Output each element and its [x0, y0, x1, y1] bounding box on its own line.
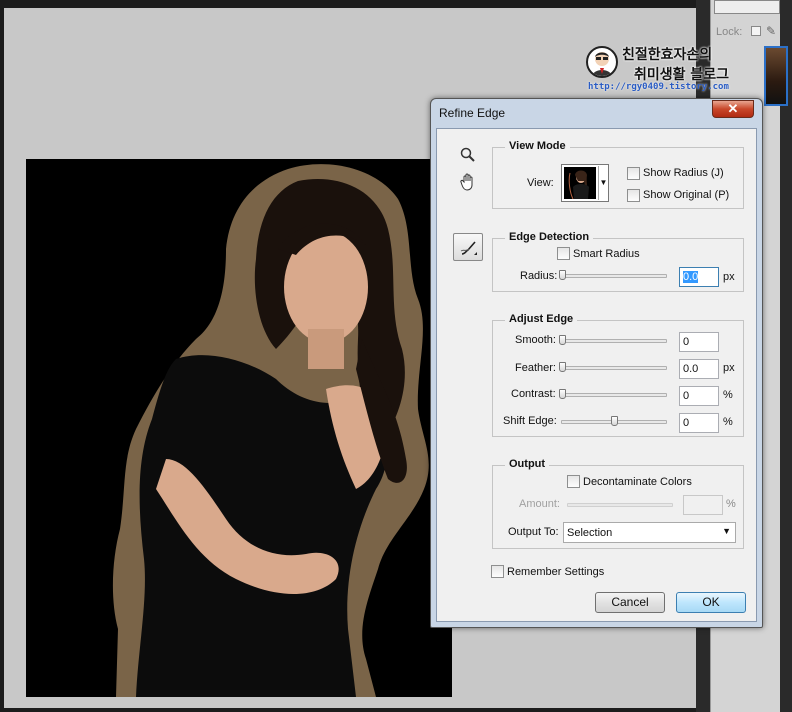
amount-input [683, 495, 723, 515]
document-canvas[interactable] [26, 159, 452, 697]
output-to-value: Selection [567, 527, 613, 539]
dialog-body: View Mode View: ▼ Show Radius (J) Show O… [436, 128, 757, 622]
smooth-input[interactable]: 0 [679, 332, 719, 352]
watermark-title-line1: 친절한효자손의 [622, 47, 713, 63]
shift-edge-value: 0 [683, 417, 690, 429]
chevron-down-icon: ▼ [598, 166, 608, 200]
refine-edge-dialog: Refine Edge ✕ View Mode View: ▼ Show Rad… [430, 98, 763, 628]
amount-slider [567, 503, 673, 507]
close-icon: ✕ [727, 101, 739, 116]
radius-unit: px [723, 271, 735, 283]
smooth-slider[interactable] [561, 339, 667, 343]
chevron-down-icon: ▼ [722, 526, 731, 536]
smooth-value: 0 [683, 336, 690, 348]
smooth-slider-thumb[interactable] [559, 335, 566, 345]
radius-slider-thumb[interactable] [559, 270, 566, 280]
amount-unit: % [726, 498, 736, 510]
view-mode-thumbnail [564, 167, 596, 199]
zoom-tool[interactable] [460, 147, 478, 165]
watermark-title-line2: 취미생활 블로그 [634, 67, 730, 83]
edge-detection-title: Edge Detection [505, 231, 594, 243]
remember-settings-label[interactable]: Remember Settings [507, 566, 604, 578]
amount-label: Amount: [519, 498, 560, 510]
feather-slider[interactable] [561, 366, 667, 370]
contrast-label: Contrast: [511, 388, 556, 400]
blog-watermark: 친절한효자손의 취미생활 블로그 http://rgy0409.tistory.… [586, 44, 746, 96]
radius-slider[interactable] [561, 274, 667, 278]
view-mode-group: View Mode View: ▼ Show Radius (J) Show O… [492, 140, 744, 209]
shift-edge-slider-thumb[interactable] [611, 416, 618, 426]
feather-label: Feather: [515, 362, 556, 374]
contrast-slider[interactable] [561, 393, 667, 397]
lock-image-pixels-icon[interactable]: ✎ [766, 24, 776, 38]
feather-unit: px [723, 362, 735, 374]
shift-edge-unit: % [723, 416, 733, 428]
refine-radius-brush-icon [460, 241, 477, 255]
feather-value: 0.0 [683, 363, 699, 375]
photo-preview [112, 164, 429, 697]
layer-thumbnail[interactable] [764, 46, 788, 106]
close-button[interactable]: ✕ [712, 100, 754, 118]
view-label: View: [527, 177, 554, 189]
dialog-title-bar[interactable]: Refine Edge ✕ [431, 99, 762, 127]
show-radius-checkbox[interactable] [627, 167, 640, 180]
contrast-slider-thumb[interactable] [559, 389, 566, 399]
smart-radius-checkbox[interactable] [557, 247, 570, 260]
remember-settings-checkbox[interactable] [491, 565, 504, 578]
blend-mode-field[interactable] [714, 0, 780, 14]
view-mode-dropdown[interactable]: ▼ [561, 164, 609, 202]
lock-label: Lock: [716, 26, 743, 38]
cancel-button[interactable]: Cancel [595, 592, 665, 613]
dialog-title: Refine Edge [439, 106, 506, 120]
show-radius-label[interactable]: Show Radius (J) [643, 167, 724, 179]
decontaminate-colors-label[interactable]: Decontaminate Colors [583, 476, 692, 488]
output-to-select[interactable]: Selection ▼ [563, 522, 736, 543]
edge-detection-group: Edge Detection Smart Radius Radius: 0.0 … [492, 231, 744, 292]
watermark-url: http://rgy0409.tistory.com [588, 82, 729, 92]
adjust-edge-title: Adjust Edge [505, 313, 578, 325]
output-title: Output [505, 458, 550, 470]
ok-button[interactable]: OK [676, 592, 746, 613]
shift-edge-label: Shift Edge: [503, 415, 557, 427]
hand-tool[interactable] [460, 173, 478, 191]
feather-slider-thumb[interactable] [559, 362, 566, 372]
contrast-input[interactable]: 0 [679, 386, 719, 406]
feather-input[interactable]: 0.0 [679, 359, 719, 379]
contrast-unit: % [723, 389, 733, 401]
smooth-label: Smooth: [515, 334, 556, 346]
contrast-value: 0 [683, 390, 690, 402]
shift-edge-input[interactable]: 0 [679, 413, 719, 433]
decontaminate-colors-checkbox[interactable] [567, 475, 580, 488]
show-original-label[interactable]: Show Original (P) [643, 189, 729, 201]
magnifier-icon [460, 147, 475, 162]
radius-input[interactable]: 0.0 [679, 267, 719, 287]
output-to-label: Output To: [508, 526, 559, 538]
hand-icon [460, 173, 473, 191]
radius-value: 0.0 [683, 271, 699, 283]
watermark-avatar [586, 46, 618, 78]
radius-label: Radius: [520, 270, 558, 282]
show-original-checkbox[interactable] [627, 189, 640, 202]
refine-radius-tool[interactable] [453, 233, 483, 261]
adjust-edge-group: Adjust Edge Smooth: 0 Feather: 0.0 px Co… [492, 313, 744, 437]
output-group: Output Decontaminate Colors Amount: % Ou… [492, 458, 744, 549]
smart-radius-label[interactable]: Smart Radius [573, 248, 640, 260]
view-mode-title: View Mode [505, 140, 570, 152]
lock-transparent-pixels-icon[interactable] [751, 26, 761, 36]
